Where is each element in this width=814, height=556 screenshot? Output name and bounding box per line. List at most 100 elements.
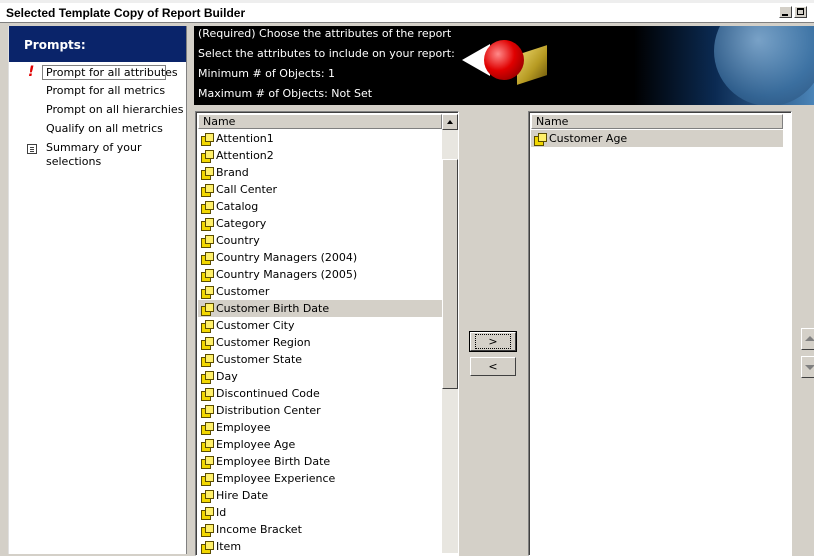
attribute-icon [200,319,214,333]
scroll-thumb[interactable] [442,159,458,389]
list-item[interactable]: Customer Birth Date [198,300,442,317]
attribute-icon [200,421,214,435]
available-attributes-list[interactable]: Name Attention1 Attention2 Brand Call Cente… [195,111,459,556]
available-rows: Attention1 Attention2 Brand Call Center Cata… [198,130,442,555]
attribute-icon [200,251,214,265]
attribute-icon [200,268,214,282]
selected-rows: Customer Age [531,130,783,147]
selected-attributes-list[interactable]: Name Customer Age [528,111,792,556]
list-item-label: Country Managers (2004) [216,251,358,264]
move-down-button[interactable] [801,356,814,378]
sidebar-item-prompt-metrics[interactable]: Prompt for all metrics [46,84,165,97]
list-item-label: Customer Birth Date [216,302,330,315]
maximize-icon [797,8,804,15]
list-item[interactable]: Category [198,215,442,232]
list-item[interactable]: Employee [198,419,442,436]
list-item-label: Customer Region [216,336,311,349]
list-item[interactable]: Customer [198,283,442,300]
minimize-button[interactable] [779,6,792,18]
prompts-sidebar: Prompts: ! Prompt for all attributes Pro… [8,26,187,554]
sidebar-item-prompt-hierarchies[interactable]: Prompt on all hierarchies [46,103,183,116]
available-name-column-header[interactable]: Name [198,114,442,129]
list-item-label: Country Managers (2005) [216,268,358,281]
minimize-icon [782,14,788,16]
list-item[interactable]: Income Bracket [198,521,442,538]
attribute-icon [200,285,214,299]
list-item-label: Call Center [216,183,278,196]
summary-label-line2: selections [46,155,102,168]
attribute-icon [200,506,214,520]
list-item[interactable]: Discontinued Code [198,385,442,402]
summary-label-line1: Summary of your [46,141,142,154]
list-item[interactable]: Hire Date [198,487,442,504]
attribute-icon [200,149,214,163]
disk-graphic [714,26,814,105]
list-item-label: Hire Date [216,489,269,502]
list-item-label: Employee Age [216,438,296,451]
selected-name-column-header[interactable]: Name [531,114,783,129]
ball-graphic [484,40,524,80]
attribute-icon [533,132,547,146]
available-name-column-label: Name [203,115,236,128]
attribute-icon [200,370,214,384]
maximize-button[interactable] [794,6,807,18]
scroll-up-button[interactable] [442,114,458,130]
remove-attribute-button[interactable]: < [470,357,516,376]
list-item[interactable]: Employee Age [198,436,442,453]
list-item[interactable]: Attention1 [198,130,442,147]
prompts-header: Prompts: [9,26,186,62]
list-item[interactable]: Customer Region [198,334,442,351]
list-item[interactable]: Country [198,232,442,249]
attribute-icon [200,132,214,146]
window-title: Selected Template Copy of Report Builder [6,6,246,20]
attribute-icon [200,455,214,469]
prompts-header-label: Prompts: [24,38,86,52]
add-attribute-button[interactable]: > [469,331,517,352]
list-item[interactable]: Day [198,368,442,385]
list-item[interactable]: Catalog [198,198,442,215]
list-item-label: Id [216,506,227,519]
prompt-info-banner: (Required) Choose the attributes of the … [194,26,814,105]
list-item-label: Day [216,370,238,383]
attribute-icon [200,183,214,197]
list-item[interactable]: Country Managers (2005) [198,266,442,283]
available-list-scrollbar[interactable] [442,114,458,553]
list-item[interactable]: Call Center [198,181,442,198]
list-item-label: Customer City [216,319,295,332]
attribute-icon [200,336,214,350]
attribute-icon [200,404,214,418]
list-item[interactable]: Distribution Center [198,402,442,419]
prompt-instruction: Select the attributes to include on your… [198,47,455,60]
list-item[interactable]: Employee Experience [198,470,442,487]
sidebar-item-prompt-attributes[interactable]: Prompt for all attributes [42,65,178,80]
banner-artwork [634,26,814,105]
summary-icon [27,144,37,154]
list-item[interactable]: Employee Birth Date [198,453,442,470]
list-item-label: Employee Experience [216,472,336,485]
sidebar-item-summary[interactable]: Summary of your selections [46,141,142,168]
attribute-icon [200,540,214,554]
selected-name-column-label: Name [536,115,569,128]
move-up-button[interactable] [801,328,814,350]
attribute-icon [200,217,214,231]
list-item[interactable]: Item [198,538,442,555]
add-button-label: > [475,333,511,349]
attribute-icon [200,489,214,503]
title-bar: Selected Template Copy of Report Builder [0,3,814,23]
attribute-icon [200,234,214,248]
list-item[interactable]: Attention2 [198,147,442,164]
attribute-icon [200,200,214,214]
list-item-label: Discontinued Code [216,387,320,400]
sidebar-item-qualify-metrics[interactable]: Qualify on all metrics [46,122,163,135]
list-item-label: Country [216,234,260,247]
list-item[interactable]: Id [198,504,442,521]
list-item[interactable]: Country Managers (2004) [198,249,442,266]
list-item-label: Employee [216,421,271,434]
list-item[interactable]: Customer Age [531,130,783,147]
list-item[interactable]: Customer City [198,317,442,334]
list-item[interactable]: Brand [198,164,442,181]
list-item-label: Customer Age [549,132,628,145]
list-item[interactable]: Customer State [198,351,442,368]
list-item-label: Employee Birth Date [216,455,331,468]
list-item-label: Attention2 [216,149,274,162]
